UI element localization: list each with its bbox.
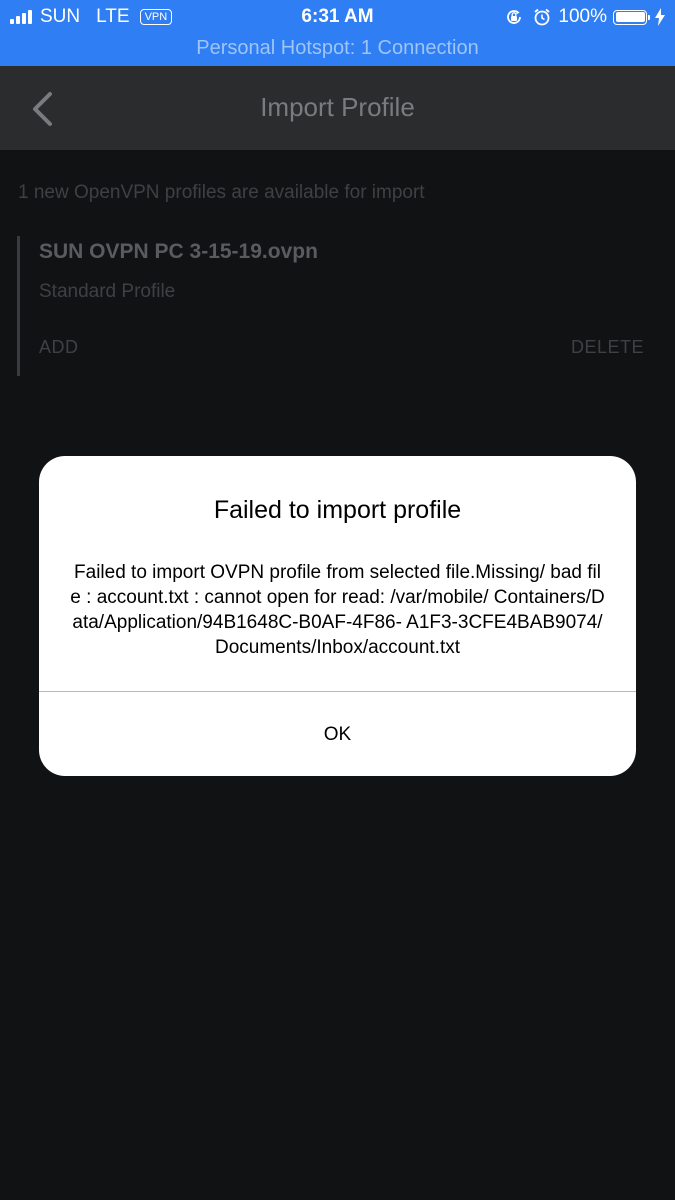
page-title: Import Profile	[260, 92, 415, 122]
alert-title: Failed to import profile	[213, 496, 462, 524]
profiles-available-text: 1 new OpenVPN profiles are available for…	[18, 182, 425, 203]
orientation-lock-icon	[504, 7, 524, 27]
ok-button[interactable]: OK	[39, 692, 636, 776]
delete-profile-button[interactable]: DELETE	[571, 337, 644, 358]
profile-card: SUN OVPN PC 3-15-19.ovpn Standard Profil…	[17, 236, 660, 376]
charging-bolt-icon	[655, 8, 665, 26]
status-row: SUN LTE VPN 6:31 AM 100%	[0, 0, 675, 34]
alert-message: Failed to import OVPN profile from selec…	[70, 562, 605, 658]
alarm-icon	[532, 7, 552, 27]
profile-name: SUN OVPN PC 3-15-19.ovpn	[39, 240, 318, 263]
profile-type: Standard Profile	[39, 281, 176, 302]
battery-icon	[613, 9, 650, 25]
status-bar: SUN LTE VPN 6:31 AM 100% Personal Hotspo…	[0, 0, 675, 66]
battery-percent-label: 100%	[558, 6, 607, 27]
hotspot-banner[interactable]: Personal Hotspot: 1 Connection	[0, 34, 675, 62]
error-alert-dialog: Failed to import profile Failed to impor…	[39, 456, 636, 776]
navigation-bar: Import Profile	[0, 66, 675, 150]
add-profile-button[interactable]: ADD	[39, 337, 79, 358]
status-right: 100%	[504, 6, 665, 28]
